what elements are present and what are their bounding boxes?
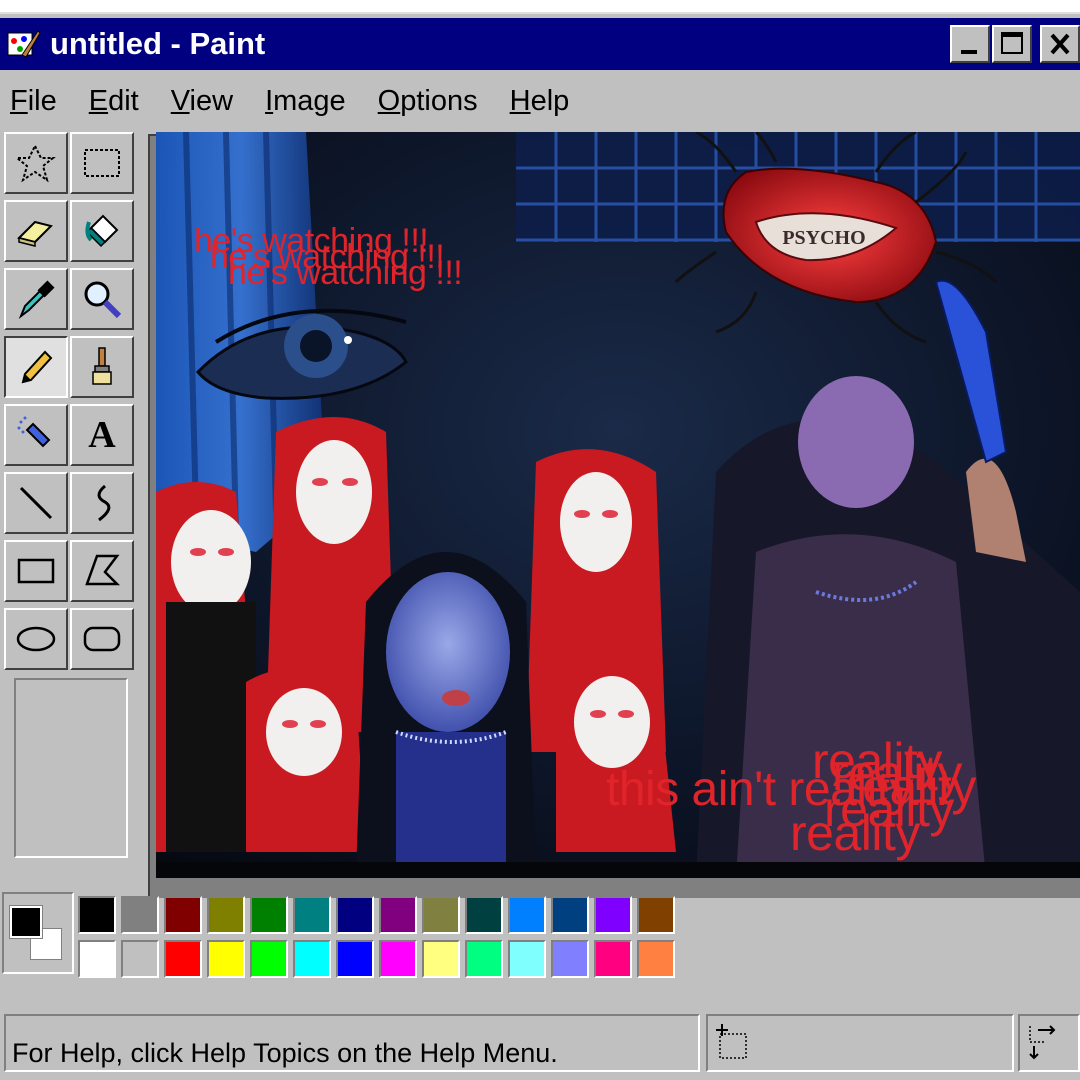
tool-line[interactable] [4, 472, 68, 534]
central-girl [356, 552, 536, 872]
title-bar[interactable]: untitled - Paint [0, 18, 1080, 70]
palette-swatch[interactable] [422, 940, 460, 978]
status-position [706, 1014, 1014, 1072]
brush-icon [92, 347, 112, 385]
minimize-icon [961, 50, 977, 54]
palette-swatch[interactable] [250, 896, 288, 934]
menu-help[interactable]: Help [510, 85, 570, 118]
tool-pencil[interactable] [4, 336, 68, 398]
tool-polygon[interactable] [70, 540, 134, 602]
palette-swatch[interactable] [465, 896, 503, 934]
watching-text-3: he's watching !!! [228, 254, 463, 292]
tool-text[interactable]: A [70, 404, 134, 466]
toolbox: A [2, 130, 142, 866]
palette-swatch[interactable] [379, 896, 417, 934]
free-form-select-icon [15, 143, 56, 183]
palette-swatch[interactable] [78, 940, 116, 978]
line-icon [19, 486, 53, 520]
rounded-rectangle-icon [83, 626, 121, 652]
text-icon: A [88, 414, 116, 456]
lips-text: PSYCHO [782, 227, 865, 249]
airbrush-icon [17, 416, 51, 448]
close-icon [1050, 33, 1070, 55]
tool-select[interactable] [70, 132, 134, 194]
selection-size-icon [1029, 1025, 1056, 1060]
rectangle-icon [17, 558, 55, 584]
ellipse-icon [16, 626, 56, 652]
menu-options[interactable]: Options [378, 85, 478, 118]
palette-swatch[interactable] [508, 940, 546, 978]
select-icon [84, 149, 120, 177]
curve-icon [97, 484, 111, 522]
palette-swatch[interactable] [551, 940, 589, 978]
current-colors[interactable] [2, 892, 74, 974]
tool-pick-color[interactable] [4, 268, 68, 330]
menu-file[interactable]: File [10, 85, 57, 118]
palette-swatch[interactable] [508, 896, 546, 934]
pencil-icon [21, 350, 53, 384]
window-title: untitled - Paint [50, 26, 266, 61]
color-palette [0, 888, 1080, 988]
palette-swatch[interactable] [164, 896, 202, 934]
foreground-color [9, 905, 43, 939]
tool-magnifier[interactable] [70, 268, 134, 330]
palette-swatch[interactable] [594, 940, 632, 978]
magnifier-icon [84, 281, 122, 319]
tool-brush[interactable] [70, 336, 134, 398]
palette-swatch[interactable] [336, 940, 374, 978]
menu-edit[interactable]: Edit [89, 85, 139, 118]
tool-options-box[interactable] [14, 678, 128, 858]
palette-swatch[interactable] [121, 940, 159, 978]
palette-swatch[interactable] [637, 940, 675, 978]
palette-swatch[interactable] [637, 896, 675, 934]
palette-swatch[interactable] [207, 940, 245, 978]
tool-airbrush[interactable] [4, 404, 68, 466]
palette-swatch[interactable] [465, 940, 503, 978]
palette-swatch[interactable] [78, 896, 116, 934]
tool-rounded-rectangle[interactable] [70, 608, 134, 670]
palette-swatch[interactable] [164, 940, 202, 978]
polygon-icon [85, 554, 121, 586]
minimize-button[interactable] [950, 25, 990, 63]
pick-color-icon [18, 280, 55, 319]
palette-swatch[interactable] [379, 940, 417, 978]
cursor-position-icon [716, 1024, 747, 1059]
palette-swatch[interactable] [121, 896, 159, 934]
palette-swatch[interactable] [250, 940, 288, 978]
tool-free-form-select[interactable] [4, 132, 68, 194]
menu-image[interactable]: Image [265, 85, 346, 118]
palette-swatch[interactable] [336, 896, 374, 934]
palette-swatch[interactable] [594, 896, 632, 934]
close-button[interactable] [1040, 25, 1080, 63]
tool-rectangle[interactable] [4, 540, 68, 602]
tool-ellipse[interactable] [4, 608, 68, 670]
maximize-button[interactable] [992, 25, 1032, 63]
tool-fill[interactable] [70, 200, 134, 262]
drawing-canvas[interactable]: PSYCHO he's watching !!! he's watching !… [156, 132, 1080, 878]
menu-view[interactable]: View [171, 85, 233, 118]
status-bar: For Help, click Help Topics on the Help … [0, 1006, 1080, 1080]
maximize-icon [1001, 32, 1023, 54]
eraser-icon [17, 220, 53, 247]
fill-with-color-icon [85, 214, 119, 248]
tool-eraser[interactable] [4, 200, 68, 262]
palette-swatch[interactable] [293, 896, 331, 934]
menu-bar: File Edit View Image Options Help [0, 76, 1080, 126]
palette-swatch[interactable] [422, 896, 460, 934]
palette-swatch[interactable] [551, 896, 589, 934]
paint-app-icon [4, 25, 42, 63]
tool-curve[interactable] [70, 472, 134, 534]
status-help-text: For Help, click Help Topics on the Help … [4, 1014, 700, 1072]
palette-swatch[interactable] [293, 940, 331, 978]
status-size [1018, 1014, 1080, 1072]
reality-text-5: reality [790, 805, 920, 861]
palette-swatch[interactable] [207, 896, 245, 934]
